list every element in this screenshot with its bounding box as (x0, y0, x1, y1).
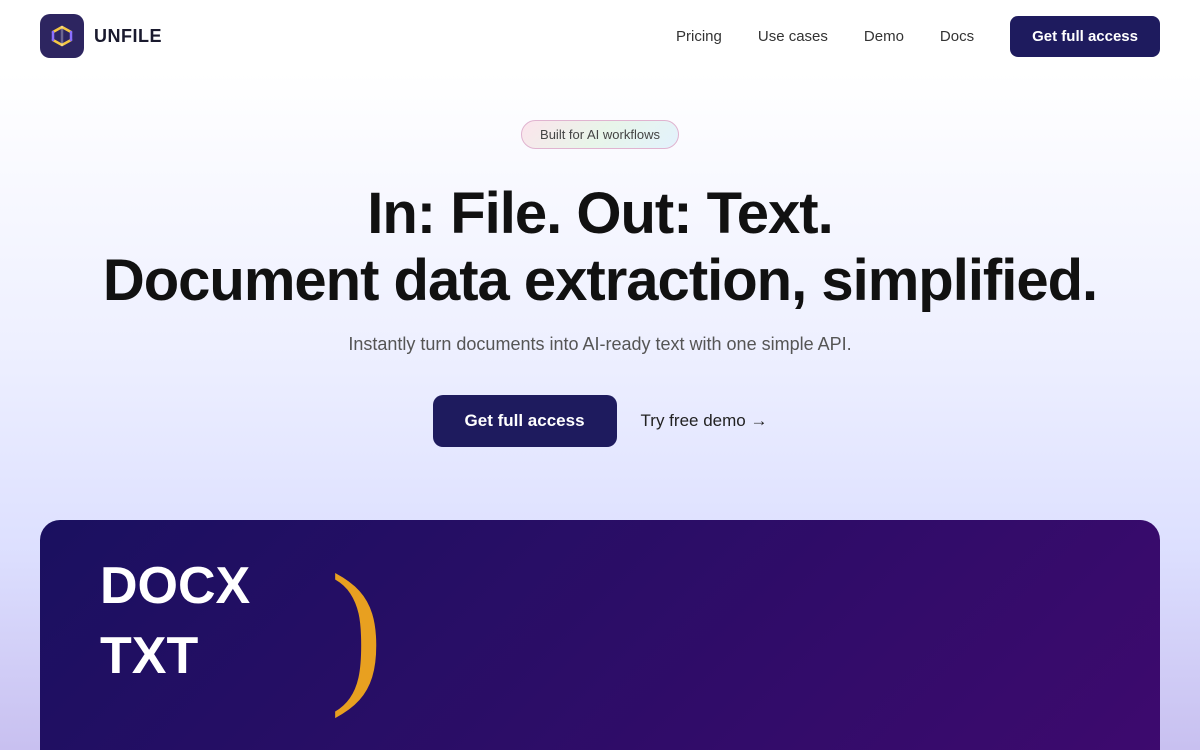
nav-use-cases[interactable]: Use cases (758, 28, 828, 45)
demo-label-docx: DOCX (100, 560, 250, 612)
nav-pricing[interactable]: Pricing (676, 28, 722, 45)
demo-label-txt: TXT (100, 630, 250, 682)
demo-labels: DOCX TXT (100, 560, 250, 682)
hero-cta-primary[interactable]: Get full access (433, 395, 617, 447)
main-nav: Pricing Use cases Demo Docs Get full acc… (676, 16, 1160, 57)
hero-cta-secondary[interactable]: Try free demo → (641, 411, 768, 431)
logo-icon (40, 14, 84, 58)
logo-area: UNFILE (40, 14, 162, 58)
demo-card: DOCX TXT ) (40, 520, 1160, 750)
hero-subheadline: Instantly turn documents into AI-ready t… (348, 334, 851, 355)
logo-text: UNFILE (94, 26, 162, 47)
hero-badge: Built for AI workflows (521, 120, 679, 149)
demo-bracket: ) (330, 550, 383, 710)
hero-headline: In: File. Out: Text. Document data extra… (103, 181, 1097, 314)
header: UNFILE Pricing Use cases Demo Docs Get f… (0, 0, 1200, 72)
hero-section: Built for AI workflows In: File. Out: Te… (0, 72, 1200, 750)
hero-buttons: Get full access Try free demo → (433, 395, 768, 447)
hero-headline-line1: In: File. Out: Text. (367, 181, 832, 246)
nav-demo[interactable]: Demo (864, 28, 904, 45)
nav-docs[interactable]: Docs (940, 28, 974, 45)
hero-headline-line2: Document data extraction, simplified. (103, 248, 1097, 313)
nav-cta-button[interactable]: Get full access (1010, 16, 1160, 57)
